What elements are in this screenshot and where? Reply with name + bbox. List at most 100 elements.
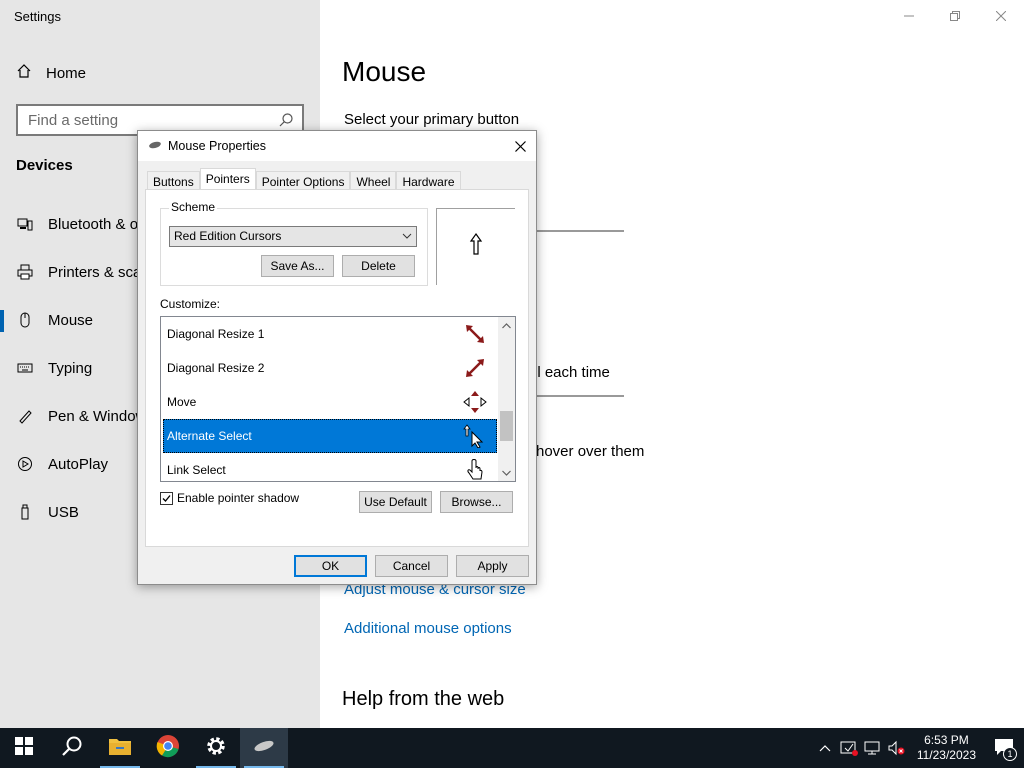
diagonal-resize-1-cursor-icon — [463, 322, 487, 346]
minimize-button[interactable] — [886, 0, 932, 32]
taskbar-chrome[interactable] — [144, 728, 192, 768]
pointer-shadow-checkbox[interactable]: Enable pointer shadow — [160, 491, 299, 505]
checkbox-checked-icon[interactable] — [160, 491, 173, 505]
taskbar-mouse-properties[interactable] — [240, 728, 288, 768]
close-button[interactable] — [978, 0, 1024, 32]
home-icon — [16, 63, 32, 83]
save-as-button[interactable]: Save As... — [261, 255, 334, 277]
pointer-shadow-label: Enable pointer shadow — [177, 491, 300, 505]
ok-button[interactable]: OK — [294, 555, 367, 577]
use-default-button[interactable]: Use Default — [359, 491, 432, 513]
list-item[interactable]: Diagonal Resize 2 — [163, 351, 497, 385]
folder-icon — [108, 736, 132, 761]
gear-icon — [205, 735, 227, 762]
list-item-label: Link Select — [167, 463, 226, 477]
mouse-app-icon — [148, 139, 162, 153]
apply-button[interactable]: Apply — [456, 555, 529, 577]
list-item[interactable]: Link Select — [163, 453, 497, 481]
security-alert-icon[interactable] — [837, 740, 861, 756]
dialog-title: Mouse Properties — [168, 139, 266, 153]
tab-hardware[interactable]: Hardware — [396, 171, 461, 191]
taskbar-settings[interactable] — [192, 728, 240, 768]
sidebar-item-mouse[interactable]: Mouse — [16, 311, 93, 329]
chevron-down-icon — [402, 227, 412, 252]
section-title-devices: Devices — [16, 157, 73, 174]
pen-icon — [16, 407, 34, 425]
cancel-button[interactable]: Cancel — [375, 555, 448, 577]
slider-track[interactable] — [537, 395, 624, 397]
dialog-tabs: Buttons Pointers Pointer Options Wheel H… — [147, 168, 461, 191]
link-select-cursor-icon — [463, 458, 487, 481]
scroll-down-icon[interactable] — [498, 464, 515, 481]
sidebar-item-label: Typing — [48, 359, 93, 377]
scrollbar-thumb[interactable] — [500, 411, 513, 441]
sidebar-item-usb[interactable]: USB — [16, 503, 79, 521]
show-hidden-icons-button[interactable] — [813, 744, 837, 752]
nav-home[interactable]: Home — [16, 63, 86, 83]
page-title: Mouse — [342, 56, 427, 87]
network-icon[interactable] — [861, 740, 885, 756]
list-item[interactable]: Move — [163, 385, 497, 419]
tab-pointers[interactable]: Pointers — [199, 168, 256, 191]
sidebar-item-label: Mouse — [48, 311, 94, 329]
volume-muted-icon[interactable] — [885, 740, 909, 756]
tab-pointer-options[interactable]: Pointer Options — [255, 171, 351, 191]
system-tray: 6:53 PM 11/23/2023 1 — [813, 728, 1024, 768]
keyboard-icon — [16, 359, 34, 377]
delete-button[interactable]: Delete — [342, 255, 415, 277]
diagonal-resize-2-cursor-icon — [463, 356, 487, 380]
window-title: Settings — [14, 9, 61, 24]
scheme-select-value: Red Edition Cursors — [174, 229, 282, 243]
notification-count-badge: 1 — [1003, 746, 1017, 761]
sidebar-item-label: Printers & scan — [48, 263, 150, 281]
chrome-icon — [156, 734, 180, 763]
tab-buttons[interactable]: Buttons — [147, 171, 200, 191]
taskbar-search-button[interactable] — [48, 728, 96, 768]
cursor-preview — [436, 208, 515, 285]
primary-button-label: Select your primary button — [344, 111, 520, 128]
dialog-titlebar[interactable]: Mouse Properties — [138, 131, 536, 161]
move-cursor-icon — [463, 390, 487, 414]
restore-button[interactable] — [932, 0, 978, 32]
customize-label: Customize: — [160, 297, 221, 311]
windows-logo-icon — [15, 736, 33, 760]
dropdown-underline — [537, 230, 624, 232]
dialog-close-button[interactable] — [510, 136, 530, 156]
sidebar-item-autoplay[interactable]: AutoPlay — [16, 455, 108, 473]
sidebar-item-printers[interactable]: Printers & scan — [16, 263, 150, 281]
alternate-select-cursor-icon — [463, 424, 487, 449]
active-nav-indicator — [0, 310, 4, 332]
list-item-label: Diagonal Resize 1 — [167, 327, 265, 341]
start-button[interactable] — [0, 728, 48, 768]
scheme-group: Scheme Red Edition Cursors Save As... De… — [160, 200, 428, 286]
taskbar-clock[interactable]: 6:53 PM 11/23/2023 — [909, 733, 984, 763]
list-item-label: Alternate Select — [167, 429, 252, 443]
search-icon[interactable] — [278, 112, 294, 132]
scheme-select[interactable]: Red Edition Cursors — [169, 226, 417, 247]
search-placeholder: Find a setting — [28, 111, 119, 129]
list-item-label: Diagonal Resize 2 — [167, 361, 265, 375]
list-item[interactable]: Diagonal Resize 1 — [163, 317, 497, 351]
help-section-title: Help from the web — [342, 688, 505, 710]
search-icon — [61, 735, 83, 762]
mouse-properties-dialog: Mouse Properties Buttons Pointers Pointe… — [137, 130, 537, 585]
cursor-list[interactable]: Diagonal Resize 1 Diagonal Resize 2 Move… — [160, 316, 516, 482]
taskbar: 6:53 PM 11/23/2023 1 — [0, 728, 1024, 768]
usb-icon — [16, 503, 34, 521]
action-center-button[interactable]: 1 — [984, 738, 1024, 761]
sidebar-item-label: USB — [48, 503, 79, 521]
taskbar-file-explorer[interactable] — [96, 728, 144, 768]
scroll-up-icon[interactable] — [498, 317, 515, 334]
scheme-label: Scheme — [169, 200, 218, 214]
sidebar-item-typing[interactable]: Typing — [16, 359, 92, 377]
additional-mouse-options-link[interactable]: Additional mouse options — [344, 620, 512, 637]
sidebar-item-bluetooth[interactable]: Bluetooth & ot — [16, 215, 142, 233]
list-scrollbar[interactable] — [498, 317, 515, 481]
tab-wheel[interactable]: Wheel — [350, 171, 397, 191]
printer-icon — [16, 263, 34, 281]
clock-time: 6:53 PM — [924, 733, 969, 747]
list-item-selected[interactable]: Alternate Select — [163, 419, 497, 453]
sidebar-item-pen[interactable]: Pen & Window — [16, 407, 146, 425]
browse-button[interactable]: Browse... — [440, 491, 513, 513]
sidebar-item-label: Bluetooth & ot — [48, 215, 143, 233]
